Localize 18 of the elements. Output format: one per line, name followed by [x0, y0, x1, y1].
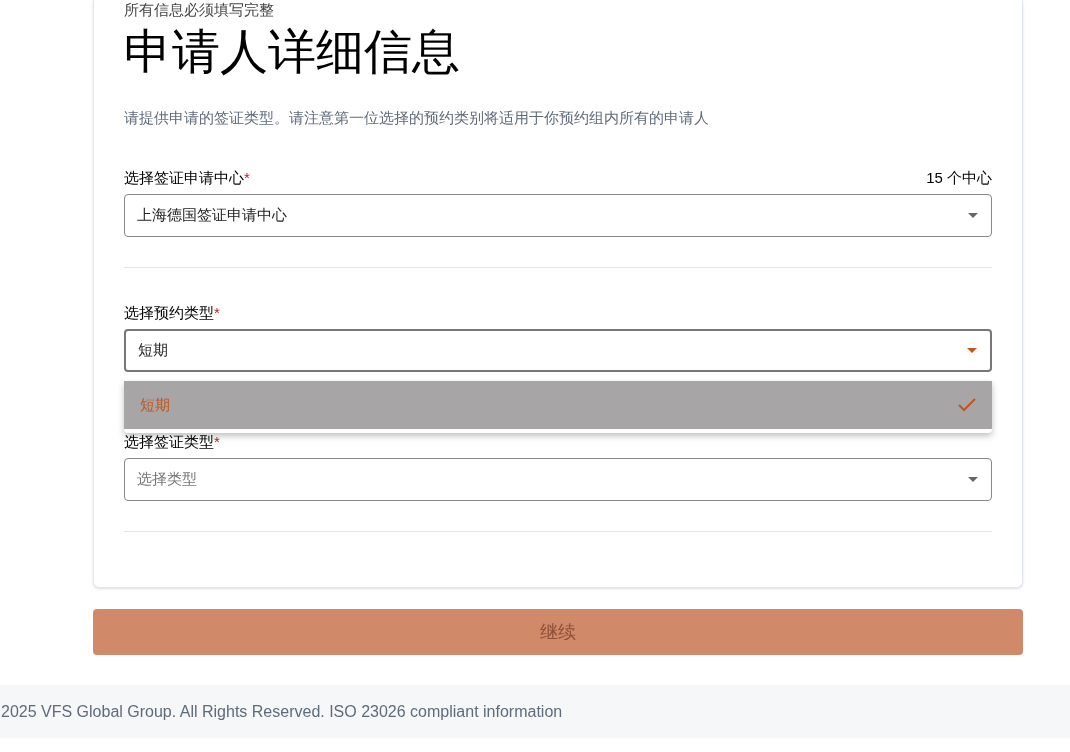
- select-field[interactable]: 短期: [124, 329, 992, 372]
- field-label: 选择预约类型: [124, 303, 214, 323]
- description-text: 请提供申请的签证类型。请注意第一位选择的预约类别将适用于你预约组内所有的申请人: [124, 108, 710, 128]
- select-field[interactable]: 选择类型: [124, 458, 992, 501]
- footer-text: 2025 VFS Global Group. All Rights Reserved. ISO 23026 compliant information: [1, 701, 563, 722]
- caret-icon: [968, 213, 978, 218]
- center-count: 15 个中心: [926, 168, 992, 188]
- select-field[interactable]: 上海德国签证申请中心: [124, 194, 992, 237]
- required-asterisk: *: [214, 432, 220, 452]
- form-notice: 所有信息必须填写完整: [124, 0, 275, 20]
- page-title: 申请人详细信息: [124, 24, 461, 80]
- required-asterisk: *: [214, 303, 220, 323]
- caret-icon: [968, 477, 978, 482]
- field-label: 选择签证类型: [124, 432, 214, 452]
- field-label: 选择签证申请中心: [124, 168, 244, 188]
- required-asterisk: *: [244, 168, 250, 188]
- checkmark-icon: [958, 398, 976, 412]
- caret-icon: [967, 348, 977, 353]
